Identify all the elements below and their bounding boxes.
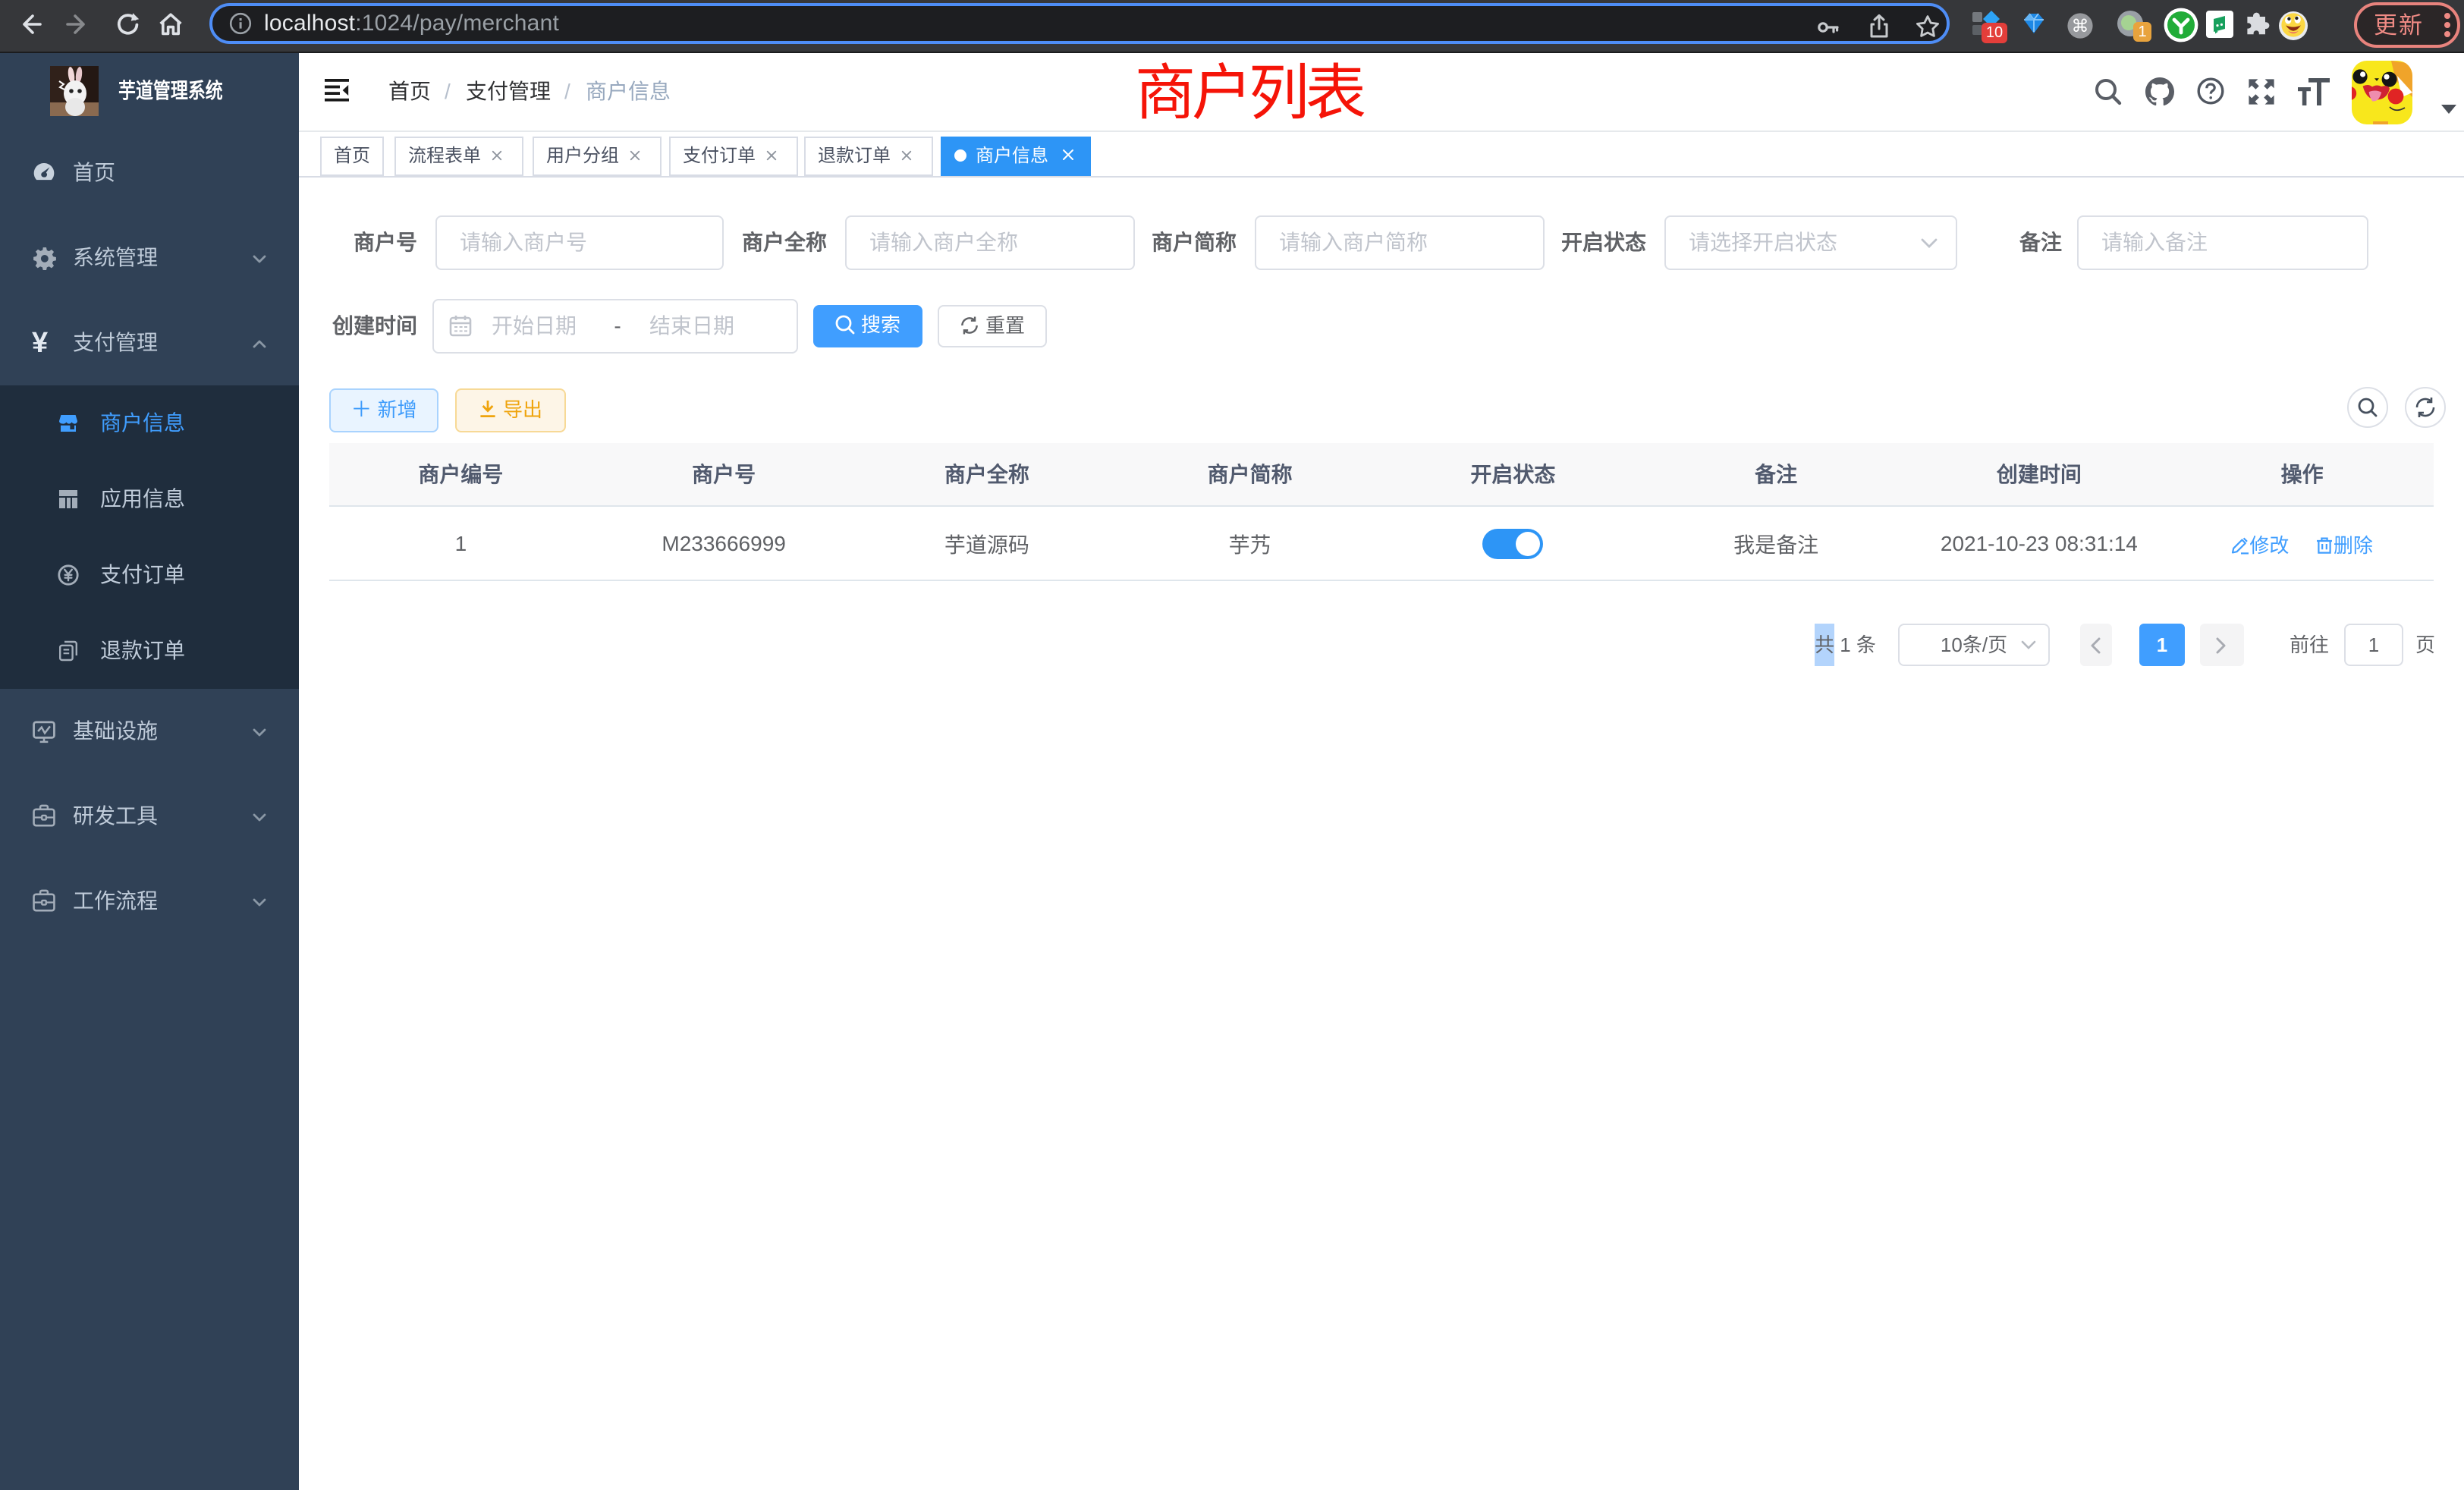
svg-text:⌘: ⌘: [2072, 16, 2089, 36]
